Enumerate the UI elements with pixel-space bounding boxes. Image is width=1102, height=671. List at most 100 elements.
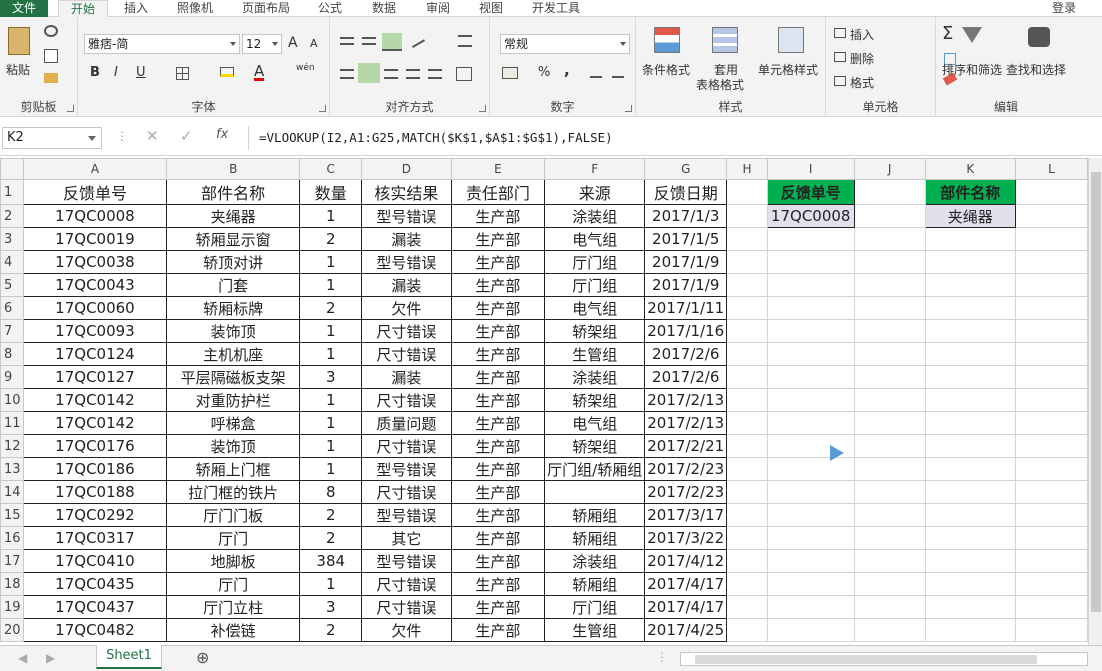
- align-center-icon[interactable]: [358, 63, 380, 83]
- cell[interactable]: 生产部: [450, 549, 546, 573]
- cell[interactable]: [853, 503, 926, 527]
- row-header[interactable]: 8: [0, 342, 24, 366]
- cell[interactable]: 2017/1/11: [644, 296, 728, 320]
- cell[interactable]: 2: [299, 618, 363, 642]
- cell[interactable]: [766, 365, 855, 389]
- shrink-font-icon[interactable]: A: [310, 37, 318, 50]
- cell[interactable]: 轿架组: [544, 388, 646, 412]
- format-painter-icon[interactable]: [44, 73, 58, 83]
- insert-function-icon[interactable]: fx: [216, 127, 228, 142]
- cell[interactable]: 生产部: [450, 250, 546, 274]
- cell[interactable]: [853, 250, 926, 274]
- cell[interactable]: [853, 411, 926, 435]
- cell[interactable]: 型号错误: [361, 503, 452, 527]
- tab-review[interactable]: 审阅: [420, 0, 456, 17]
- cell[interactable]: [924, 365, 1017, 389]
- cell[interactable]: [1015, 480, 1088, 504]
- cell[interactable]: [766, 342, 855, 366]
- cell[interactable]: 轿顶对讲: [165, 250, 301, 274]
- cell[interactable]: 1: [299, 411, 363, 435]
- lookup-key-cell[interactable]: 17QC0008: [766, 204, 855, 228]
- cell[interactable]: 生产部: [450, 572, 546, 596]
- cell[interactable]: 电气组: [544, 411, 646, 435]
- cell[interactable]: 尺寸错误: [361, 319, 452, 343]
- cell[interactable]: 生产部: [450, 595, 546, 619]
- cell[interactable]: 1: [299, 457, 363, 481]
- row-header[interactable]: 5: [0, 273, 24, 297]
- orientation-icon[interactable]: [408, 34, 426, 48]
- cell[interactable]: 17QC0043: [22, 273, 167, 297]
- cell[interactable]: 3: [299, 365, 363, 389]
- cell[interactable]: [766, 572, 855, 596]
- cell[interactable]: [1015, 503, 1088, 527]
- italic-button[interactable]: I: [114, 65, 118, 80]
- cell[interactable]: 17QC0019: [22, 227, 167, 251]
- cell[interactable]: 轿厢组: [544, 572, 646, 596]
- copy-icon[interactable]: [44, 49, 58, 63]
- autosum-icon[interactable]: Σ: [942, 23, 953, 44]
- cancel-icon[interactable]: ✕: [146, 127, 159, 145]
- paste-icon[interactable]: [8, 27, 30, 55]
- cell[interactable]: 型号错误: [361, 250, 452, 274]
- cell[interactable]: 拉门框的铁片: [165, 480, 301, 504]
- cell[interactable]: 2017/4/17: [644, 595, 728, 619]
- cell[interactable]: 1: [299, 388, 363, 412]
- row-header[interactable]: 20: [0, 618, 24, 642]
- cell[interactable]: [853, 572, 926, 596]
- cell[interactable]: 1: [299, 434, 363, 458]
- cell[interactable]: 欠件: [361, 618, 452, 642]
- cell[interactable]: 漏装: [361, 365, 452, 389]
- phonetic-button[interactable]: wén: [296, 63, 315, 73]
- cell[interactable]: 2017/3/17: [644, 503, 728, 527]
- cell[interactable]: [766, 549, 855, 573]
- cell[interactable]: 生产部: [450, 480, 546, 504]
- cell[interactable]: 型号错误: [361, 457, 452, 481]
- cell[interactable]: 17QC0038: [22, 250, 167, 274]
- cell[interactable]: [853, 434, 926, 458]
- cell[interactable]: [853, 296, 926, 320]
- conditional-format-button[interactable]: 条件格式: [642, 61, 690, 78]
- merge-center-icon[interactable]: [456, 67, 472, 81]
- alignment-launcher-icon[interactable]: [479, 105, 486, 112]
- cell[interactable]: 其它: [361, 526, 452, 550]
- cell[interactable]: 漏装: [361, 273, 452, 297]
- comma-button[interactable]: ,: [564, 61, 570, 79]
- cell[interactable]: [924, 503, 1017, 527]
- cell[interactable]: [924, 319, 1017, 343]
- cell[interactable]: 17QC0435: [22, 572, 167, 596]
- cell[interactable]: 轿架组: [544, 319, 646, 343]
- cell[interactable]: [1015, 319, 1088, 343]
- cell[interactable]: [726, 572, 768, 596]
- horizontal-scrollbar[interactable]: [680, 652, 1088, 666]
- cell-styles-button[interactable]: 单元格样式: [758, 61, 818, 78]
- cell[interactable]: 生产部: [450, 411, 546, 435]
- cell[interactable]: [924, 457, 1017, 481]
- format-as-table-icon[interactable]: [712, 27, 738, 53]
- cell[interactable]: [726, 250, 768, 274]
- cell[interactable]: 尺寸错误: [361, 480, 452, 504]
- cell[interactable]: 2017/3/22: [644, 526, 728, 550]
- lookup-field-header[interactable]: 部件名称: [924, 179, 1017, 205]
- cell[interactable]: 装饰顶: [165, 319, 301, 343]
- cell[interactable]: [726, 342, 768, 366]
- cell[interactable]: 生产部: [450, 342, 546, 366]
- cell[interactable]: [924, 342, 1017, 366]
- number-format-select[interactable]: 常规: [500, 34, 630, 54]
- cell-styles-icon[interactable]: [778, 27, 804, 53]
- cell[interactable]: [544, 480, 646, 504]
- cell[interactable]: 涂装组: [544, 204, 646, 228]
- cell[interactable]: [726, 595, 768, 619]
- row-header[interactable]: 19: [0, 595, 24, 619]
- horizontal-scroll-thumb[interactable]: [695, 655, 1037, 664]
- cell[interactable]: [1015, 457, 1088, 481]
- col-header[interactable]: K: [924, 158, 1017, 180]
- cell[interactable]: 厅门组: [544, 250, 646, 274]
- cell[interactable]: 轿厢组: [544, 503, 646, 527]
- tab-page-layout[interactable]: 页面布局: [236, 0, 296, 17]
- tab-home[interactable]: 开始: [58, 0, 108, 18]
- col-header[interactable]: L: [1015, 158, 1088, 180]
- align-middle-icon[interactable]: [362, 37, 376, 45]
- cell[interactable]: [726, 411, 768, 435]
- cell[interactable]: 2: [299, 503, 363, 527]
- cell[interactable]: 电气组: [544, 227, 646, 251]
